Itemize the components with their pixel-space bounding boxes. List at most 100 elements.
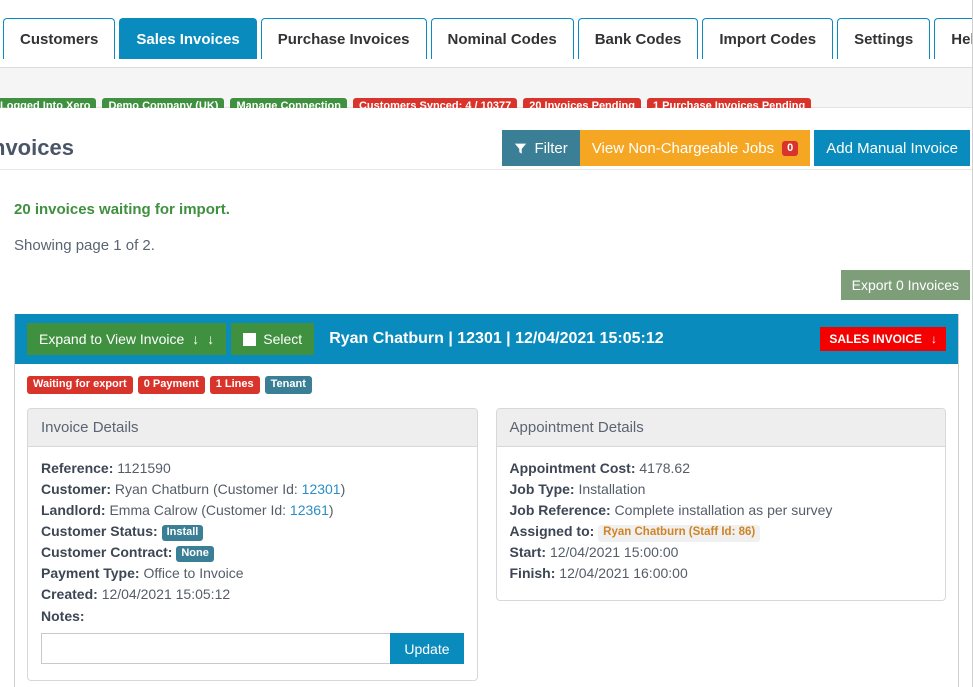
customer-status-label: Customer Status: [41, 523, 158, 539]
appointment-details-heading: Appointment Details [496, 409, 945, 447]
job-reference-value: Complete installation as per survey [614, 502, 833, 518]
customer-status-badge: Install [161, 525, 204, 541]
landlord-label: Landlord: [41, 502, 106, 518]
payment-type-row: Payment Type: Office to Invoice [41, 563, 464, 584]
created-value: 12/04/2021 15:05:12 [101, 586, 231, 602]
assigned-to-label: Assigned to: [509, 523, 595, 539]
notes-label: Notes: [41, 608, 85, 624]
appointment-cost-value: 4178.62 [639, 460, 690, 476]
invoice-badge-0-payment: 0 Payment [137, 376, 205, 394]
appointment-details-body: Appointment Cost: 4178.62 Job Type: Inst… [497, 447, 946, 600]
job-type-label: Job Type: [509, 481, 575, 497]
checkbox-icon[interactable] [243, 332, 257, 346]
header-actions: Filter View Non-Chargeable Jobs 0 Add Ma… [502, 130, 970, 166]
tab-bar: Customers Sales Invoices Purchase Invoices… [0, 0, 973, 68]
invoice-card: Expand to View Invoice ↓ ↓ Select Ryan C… [14, 314, 959, 687]
tab-label: Help [951, 31, 973, 48]
non-chargeable-count-badge: 0 [782, 140, 799, 156]
tab-settings[interactable]: Settings [837, 18, 931, 59]
appointment-details-panel: Appointment Details Appointment Cost: 41… [495, 408, 946, 601]
invoice-details-heading: Invoice Details [28, 409, 477, 447]
tab-help[interactable]: Help [934, 18, 973, 59]
customer-status-row: Customer Status: Install [41, 521, 464, 542]
tab-label: Import Codes [719, 31, 817, 48]
tab-list: Customers Sales Invoices Purchase Invoices… [3, 17, 973, 59]
created-row: Created: 12/04/2021 15:05:12 [41, 584, 464, 605]
tab-label: Sales Invoices [136, 31, 240, 48]
chevron-down-icon-2: ↓ [207, 331, 215, 347]
tab-purchase-invoices[interactable]: Purchase Invoices [260, 18, 427, 59]
job-type-value: Installation [578, 481, 646, 497]
invoice-card-title: Ryan Chatburn | 12301 | 12/04/2021 15:05… [329, 330, 664, 347]
landlord-row: Landlord: Emma Calrow (Customer Id: 1236… [41, 500, 464, 521]
invoice-details-panel: Invoice Details Reference: 1121590 Custo… [27, 408, 478, 681]
finish-value: 12/04/2021 16:00:00 [559, 565, 688, 581]
invoice-status-badges: Waiting for export 0 Payment 1 Lines Tenant [27, 376, 946, 394]
type-badge-label: SALES INVOICE [829, 332, 922, 346]
job-reference-row: Job Reference: Complete installation as … [510, 500, 933, 521]
start-value: 12/04/2021 15:00:00 [549, 544, 679, 560]
customer-id-link[interactable]: 12301 [302, 481, 341, 497]
tab-customers[interactable]: Customers [3, 18, 116, 59]
tab-label: Customers [20, 31, 99, 48]
filter-button[interactable]: Filter [502, 130, 580, 166]
finish-label: Finish: [509, 565, 556, 581]
tab-import-codes[interactable]: Import Codes [702, 18, 834, 59]
payment-type-label: Payment Type: [41, 565, 140, 581]
expand-to-view-invoice-button[interactable]: Expand to View Invoice ↓ ↓ [27, 323, 227, 355]
chevron-down-icon-3: ↓ [931, 332, 937, 346]
customer-label: Customer: [41, 481, 112, 497]
reference-value: 1121590 [117, 460, 171, 476]
add-manual-invoice-button[interactable]: Add Manual Invoice [814, 130, 970, 166]
tab-sales-invoices[interactable]: Sales Invoices [119, 18, 257, 59]
chevron-down-icon: ↓ [192, 331, 200, 347]
update-notes-button[interactable]: Update [390, 633, 464, 664]
app-page: Customers Sales Invoices Purchase Invoices… [0, 0, 973, 687]
appointment-cost-row: Appointment Cost: 4178.62 [510, 458, 933, 479]
sales-invoice-type-badge[interactable]: SALES INVOICE ↓ [820, 327, 946, 351]
tab-nominal-codes[interactable]: Nominal Codes [430, 18, 574, 59]
landlord-paren: ) [328, 502, 334, 518]
reference-label: Reference: [41, 460, 114, 476]
customer-name: Ryan Chatburn (Customer Id: [114, 481, 298, 497]
invoice-card-body: Waiting for export 0 Payment 1 Lines Tenant… [15, 364, 958, 687]
appointment-cost-label: Appointment Cost: [509, 460, 636, 476]
reference-row: Reference: 1121590 [41, 458, 464, 479]
finish-row: Finish: 12/04/2021 16:00:00 [510, 563, 933, 584]
tab-label: Bank Codes [594, 31, 682, 48]
payment-type-value: Office to Invoice [143, 565, 244, 581]
assigned-to-badge: Ryan Chatburn (Staff Id: 86) [598, 525, 761, 542]
customer-contract-badge: None [176, 546, 214, 562]
paging-text: Showing page 1 of 2. [14, 237, 155, 254]
page-title: nvoices [0, 135, 74, 160]
invoice-badge-waiting-for-export: Waiting for export [27, 376, 133, 394]
customer-contract-row: Customer Contract: None [41, 542, 464, 563]
invoice-details-body: Reference: 1121590 Customer: Ryan Chatbu… [28, 447, 477, 680]
invoices-waiting-text: 20 invoices waiting for import. [14, 201, 230, 218]
filter-icon [514, 142, 527, 155]
select-button-label: Select [263, 331, 303, 347]
customer-contract-label: Customer Contract: [41, 544, 173, 560]
landlord-id-link[interactable]: 12361 [290, 502, 329, 518]
start-row: Start: 12/04/2021 15:00:00 [510, 542, 933, 563]
tab-bank-codes[interactable]: Bank Codes [577, 18, 699, 59]
customer-row: Customer: Ryan Chatburn (Customer Id: 12… [41, 479, 464, 500]
view-non-chargeable-jobs-button[interactable]: View Non-Chargeable Jobs 0 [579, 130, 811, 166]
job-reference-label: Job Reference: [509, 502, 611, 518]
expand-button-label: Expand to View Invoice [39, 331, 185, 347]
notes-input[interactable] [41, 633, 391, 664]
details-panels: Invoice Details Reference: 1121590 Custo… [27, 408, 946, 681]
invoice-badge-1-lines: 1 Lines [209, 376, 260, 394]
export-invoices-button[interactable]: Export 0 Invoices [840, 270, 970, 300]
invoice-badge-tenant: Tenant [264, 376, 312, 394]
filter-button-label: Filter [534, 139, 568, 157]
landlord-name: Emma Calrow (Customer Id: [109, 502, 287, 518]
non-chargeable-label: View Non-Chargeable Jobs [591, 139, 775, 157]
tab-label: Settings [854, 31, 914, 48]
customer-paren: ) [340, 481, 346, 497]
select-invoice-button[interactable]: Select [231, 323, 315, 355]
job-type-row: Job Type: Installation [510, 479, 933, 500]
tab-label: Nominal Codes [447, 31, 557, 48]
start-label: Start: [509, 544, 547, 560]
notes-input-group: Update [41, 633, 464, 664]
